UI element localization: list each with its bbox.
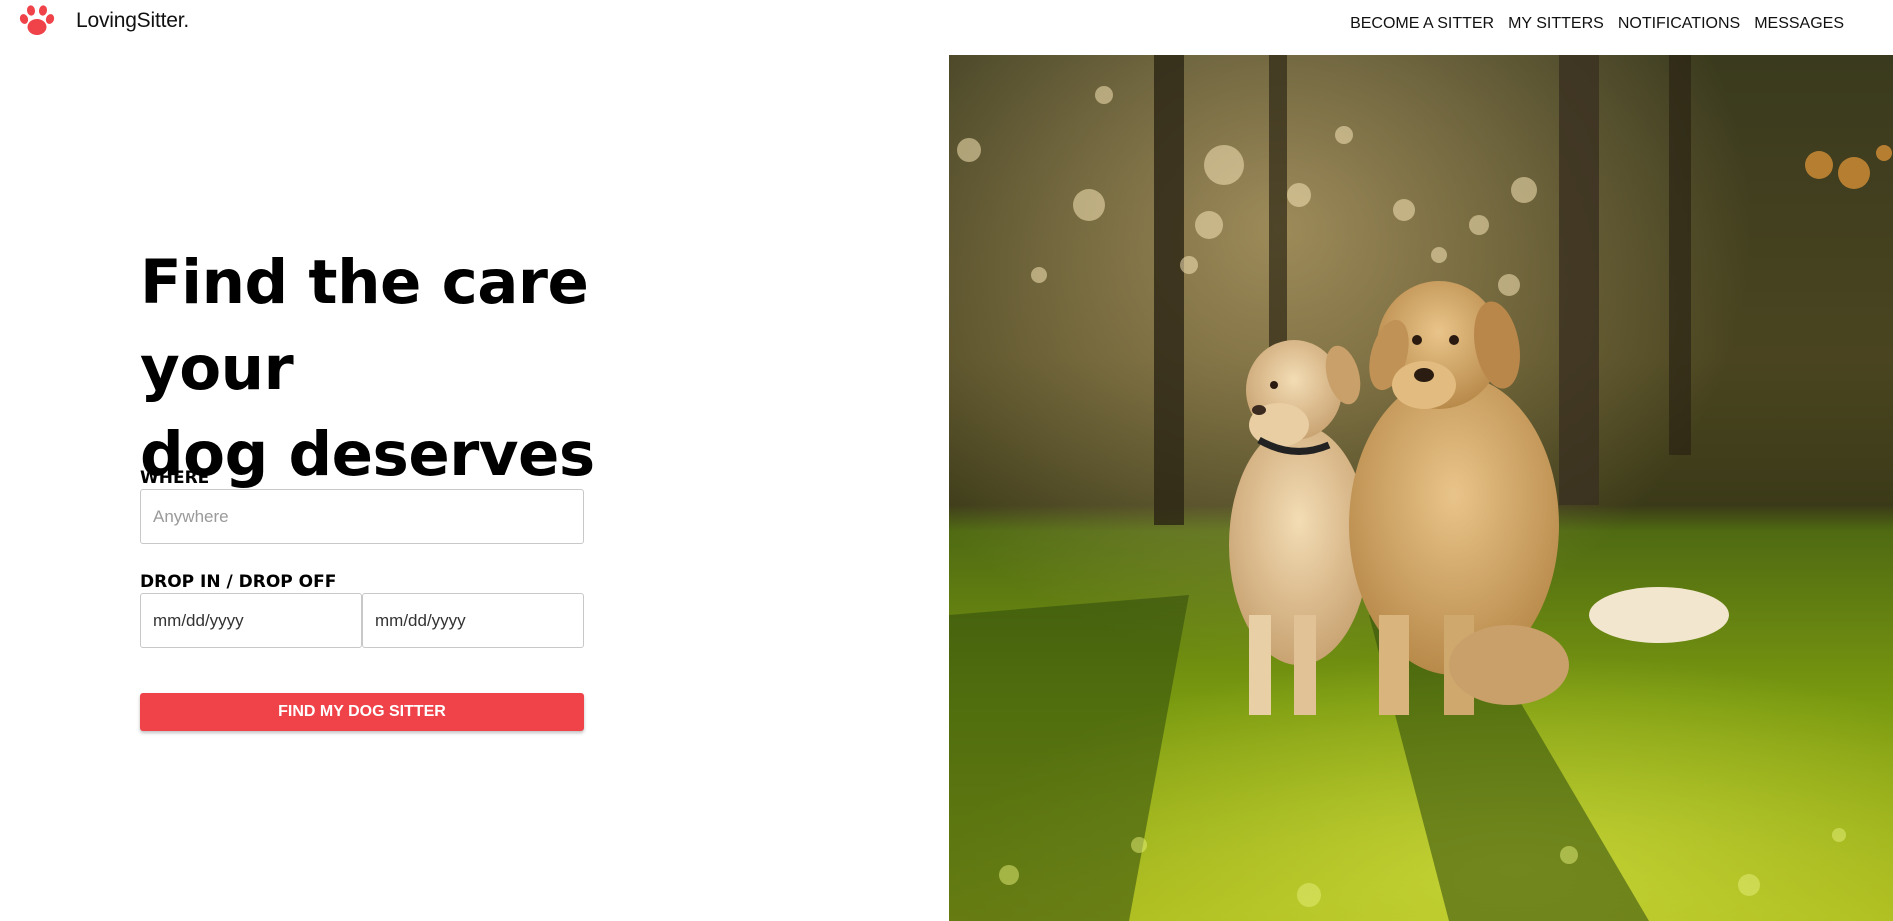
nav-notifications[interactable]: NOTIFICATIONS: [1611, 15, 1747, 33]
hero-image: [949, 55, 1893, 921]
landing-page: LovingSitter. BECOME A SITTER MY SITTERS…: [0, 0, 1893, 921]
nav-become-a-sitter[interactable]: BECOME A SITTER: [1343, 15, 1501, 33]
drop-in-date-input[interactable]: [140, 593, 362, 648]
nav-my-sitters[interactable]: MY SITTERS: [1501, 15, 1611, 33]
dates-label: DROP IN / DROP OFF: [140, 572, 337, 592]
brand-name: LovingSitter.: [76, 9, 189, 32]
dogs-photo: [949, 55, 1893, 921]
where-label: WHERE: [140, 468, 210, 488]
headline-line-1: Find the care your: [140, 247, 589, 404]
paw-icon: [19, 5, 55, 35]
main-nav: BECOME A SITTER MY SITTERS NOTIFICATIONS…: [1343, 15, 1851, 33]
nav-messages[interactable]: MESSAGES: [1747, 15, 1851, 33]
where-input[interactable]: [140, 489, 584, 544]
drop-off-date-input[interactable]: [362, 593, 584, 648]
find-dog-sitter-button[interactable]: FIND MY DOG SITTER: [140, 693, 584, 731]
top-header: LovingSitter. BECOME A SITTER MY SITTERS…: [0, 0, 1893, 55]
page-title: Find the care your dog deserves: [140, 240, 760, 498]
brand[interactable]: LovingSitter.: [18, 4, 189, 38]
